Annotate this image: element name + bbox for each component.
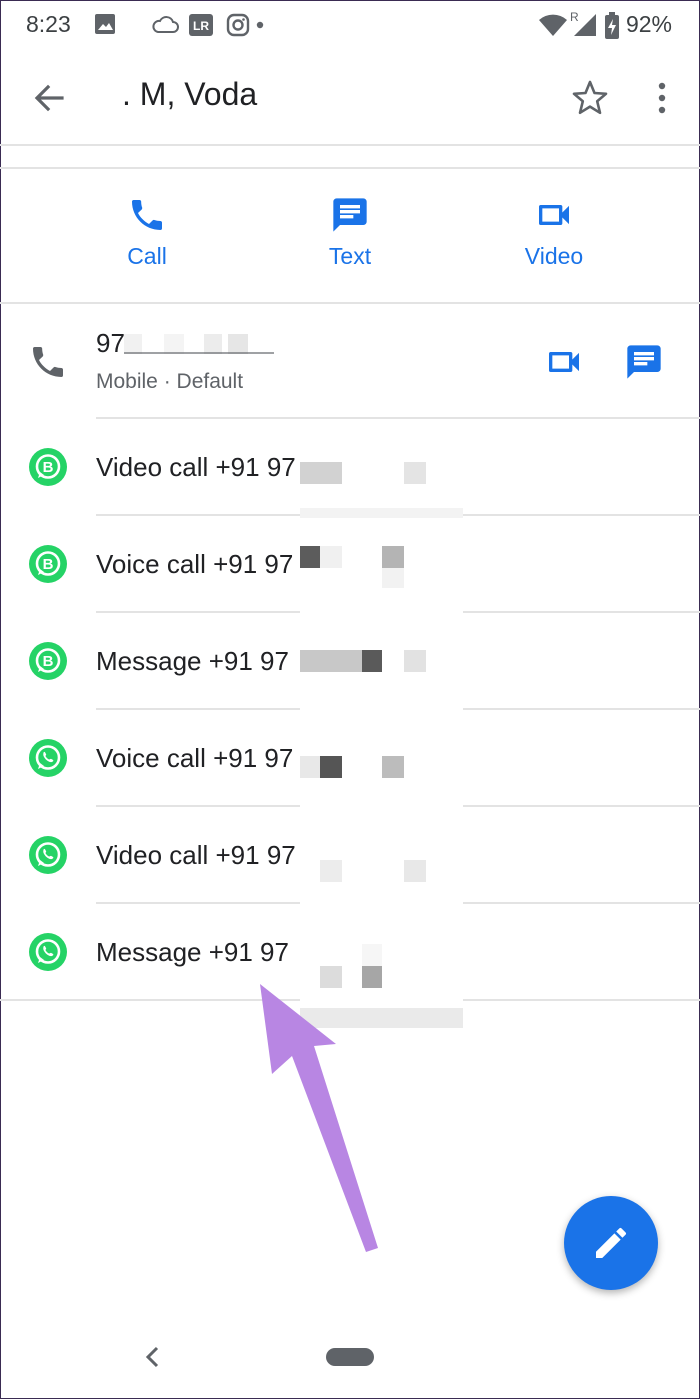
- call-action-button[interactable]: Call: [77, 195, 217, 270]
- lightroom-label: LR: [193, 19, 209, 33]
- status-time: 8:23: [26, 11, 71, 37]
- video-call-icon[interactable]: [544, 342, 584, 382]
- whatsapp-business-icon: B: [29, 545, 67, 583]
- lightroom-icon: LR: [189, 14, 213, 36]
- message-icon[interactable]: [624, 342, 664, 382]
- app-entry-label: Message +91 97: [96, 937, 289, 967]
- whatsapp-business-icon: B: [29, 448, 67, 486]
- phone-type: Mobile · Default: [96, 370, 244, 393]
- status-bar: 8:23 LR R 92%: [0, 0, 700, 52]
- whatsapp-icon: [29, 933, 67, 971]
- signal-icon: [574, 14, 596, 36]
- whatsapp-business-icon: B: [29, 642, 67, 680]
- whatsapp-icon: [29, 836, 67, 874]
- divider: [0, 144, 700, 146]
- video-label: Video: [524, 243, 584, 269]
- contact-toolbar: . M, Voda: [0, 52, 700, 144]
- video-camera-icon: [539, 205, 569, 225]
- app-entry-label: Message +91 97: [96, 646, 289, 676]
- image-icon: [95, 14, 115, 34]
- edit-contact-fab[interactable]: [564, 1196, 658, 1290]
- app-entry-label: Video call +91 97: [96, 452, 296, 482]
- call-label: Call: [127, 243, 167, 269]
- phone-icon: [132, 200, 162, 230]
- cloud-icon: [152, 16, 179, 33]
- svg-text:B: B: [43, 653, 54, 670]
- phone-number-row[interactable]: 97 Mobile · Default: [0, 304, 700, 418]
- star-favorite-icon[interactable]: [570, 78, 610, 118]
- nav-home-pill[interactable]: [326, 1348, 374, 1366]
- redaction-overlay: [300, 420, 463, 1030]
- message-icon: [333, 198, 367, 232]
- battery-percent: 92%: [625, 11, 672, 37]
- phone-number: 97: [96, 328, 125, 358]
- phone-icon: [33, 347, 63, 377]
- text-label: Text: [328, 243, 372, 269]
- back-arrow-icon[interactable]: [30, 80, 66, 116]
- app-entry-label: Video call +91 97: [96, 840, 296, 870]
- nav-back-icon[interactable]: [142, 1344, 164, 1370]
- battery-charging-icon: [605, 12, 619, 39]
- notification-dot: [256, 21, 264, 29]
- annotation-arrow: [260, 984, 378, 1252]
- wifi-icon: [539, 14, 567, 36]
- whatsapp-icon: [29, 739, 67, 777]
- divider: [0, 167, 700, 169]
- app-entry-label: Voice call +91 97: [96, 549, 294, 579]
- svg-text:B: B: [43, 459, 54, 476]
- more-options-icon[interactable]: [650, 78, 674, 118]
- video-action-button[interactable]: Video: [484, 195, 624, 270]
- pencil-edit-icon: [596, 1227, 626, 1258]
- redacted-number: [124, 334, 274, 354]
- app-entry-label: Voice call +91 97: [96, 743, 294, 773]
- svg-text:B: B: [43, 556, 54, 573]
- contact-name-title: . M, Voda: [122, 76, 258, 112]
- instagram-icon: [226, 13, 250, 37]
- text-action-button[interactable]: Text: [280, 195, 420, 270]
